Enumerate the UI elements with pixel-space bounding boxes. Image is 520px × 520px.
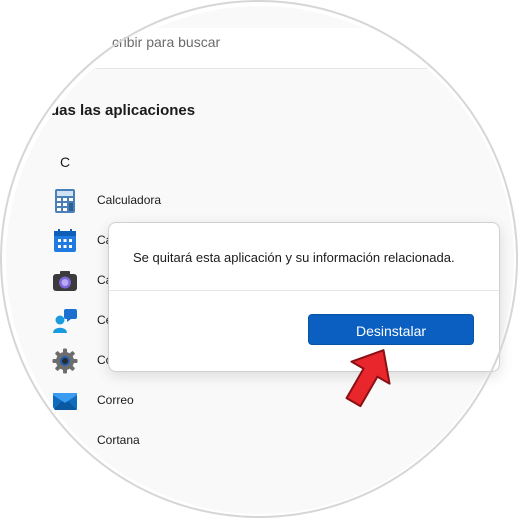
app-item-cortana[interactable]: Cortana: [46, 425, 346, 457]
pointer-arrow-icon: [345, 349, 391, 408]
uninstall-dialog: Se quitará esta aplicación y su informac…: [108, 222, 500, 372]
search-placeholder: cribir para buscar: [112, 34, 221, 50]
app-label: Cortana: [97, 433, 140, 447]
app-item-correo[interactable]: Correo: [46, 385, 346, 417]
mail-icon: [53, 393, 77, 410]
dialog-message: Se quitará esta aplicación y su informac…: [133, 250, 455, 265]
uninstall-button[interactable]: Desinstalar: [308, 314, 474, 345]
app-item-calculadora[interactable]: Calculadora: [46, 185, 346, 217]
app-label: Correo: [97, 393, 134, 407]
app-label: Calculadora: [97, 193, 162, 207]
calculator-icon: [55, 189, 75, 213]
group-letter: C: [60, 154, 71, 170]
feedback-hub-icon: [53, 309, 77, 333]
settings-gear-icon: [52, 348, 78, 374]
camera-icon: [53, 271, 77, 291]
all-apps-heading: das las aplicaciones: [50, 102, 196, 119]
dialog-divider: [109, 290, 499, 291]
calendar-icon: [54, 229, 76, 252]
